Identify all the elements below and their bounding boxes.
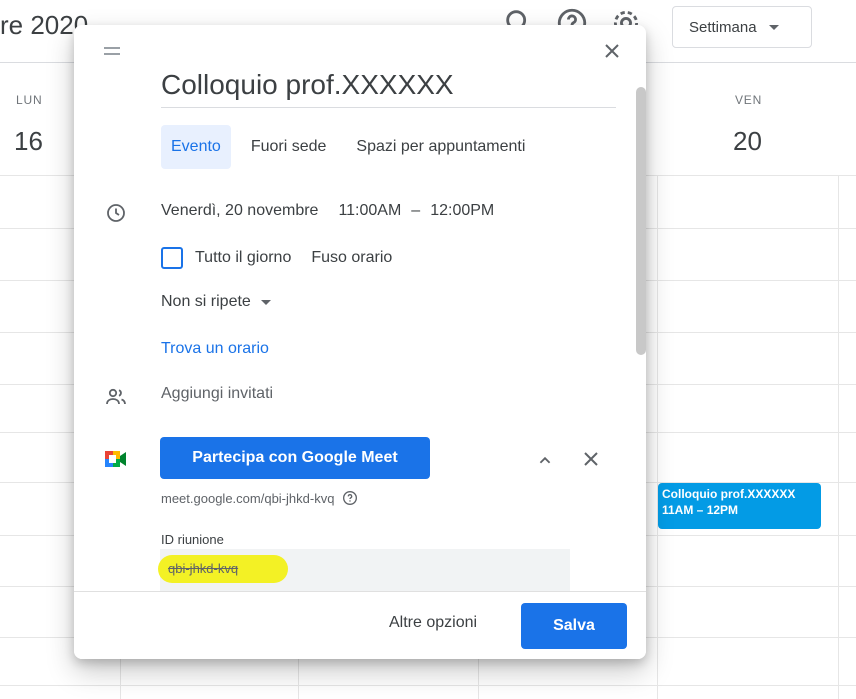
all-day-checkbox[interactable] (161, 247, 183, 269)
google-meet-icon (104, 449, 128, 469)
day-label-friday: VEN (735, 93, 763, 107)
event-chip[interactable]: Colloquio prof.XXXXXX 11AM – 12PM (658, 483, 821, 529)
drag-handle-icon[interactable] (104, 47, 120, 59)
more-options-button[interactable]: Altre opzioni (389, 614, 477, 632)
view-selector-label: Settimana (689, 18, 757, 36)
clock-icon (104, 201, 128, 225)
tab-fuori-sede[interactable]: Fuori sede (241, 125, 337, 169)
date-picker[interactable]: Venerdì, 20 novembre (161, 202, 338, 220)
dialog-scrollbar[interactable] (636, 87, 646, 355)
meeting-id-value: qbi-jhkd-kvq (168, 561, 239, 576)
join-google-meet-button[interactable]: Partecipa con Google Meet (160, 437, 430, 479)
event-chip-title: Colloquio prof.XXXXXX (662, 487, 796, 501)
remove-meet-close-icon[interactable] (579, 447, 603, 471)
meet-link-row: meet.google.com/qbi-jhkd-kvq (161, 490, 358, 506)
event-datetime: Venerdì, 20 novembre 11:00AM – 12:00PM (161, 202, 504, 220)
start-time-picker[interactable]: 11:00AM (338, 202, 411, 220)
event-type-tabs: Evento Fuori sede Spazi per appuntamenti (161, 125, 535, 169)
chevron-up-icon[interactable] (534, 449, 556, 471)
close-icon[interactable] (600, 39, 624, 63)
event-title-input[interactable]: Colloquio prof.XXXXXX (161, 69, 616, 108)
day-number-friday[interactable]: 20 (733, 126, 762, 157)
meet-link[interactable]: meet.google.com/qbi-jhkd-kvq (161, 491, 334, 506)
people-icon (104, 385, 128, 409)
event-chip-time: 11AM – 12PM (662, 503, 739, 517)
meeting-id-label: ID riunione (161, 532, 224, 547)
event-dialog: Colloquio prof.XXXXXX Evento Fuori sede … (74, 25, 646, 659)
save-button[interactable]: Salva (521, 603, 627, 649)
dialog-footer: Altre opzioni Salva (74, 591, 646, 659)
day-number-monday[interactable]: 16 (14, 126, 43, 157)
end-time-picker[interactable]: 12:00PM (430, 202, 504, 220)
grid-column-line (838, 175, 839, 699)
repeat-dropdown[interactable]: Non si ripete (161, 293, 271, 311)
meeting-id-box: qbi-jhkd-kvq (158, 549, 570, 593)
caret-down-icon (768, 24, 779, 30)
time-separator: – (411, 202, 421, 219)
all-day-row: Tutto il giorno Fuso orario (161, 247, 392, 269)
all-day-label[interactable]: Tutto il giorno (195, 249, 291, 267)
grid-column-line (657, 175, 658, 699)
caret-down-icon (260, 299, 271, 305)
timezone-button[interactable]: Fuso orario (311, 249, 392, 267)
add-guests-input[interactable]: Aggiungi invitati (161, 385, 273, 403)
view-selector[interactable]: Settimana (672, 6, 812, 48)
grid-line (0, 685, 856, 686)
tab-evento[interactable]: Evento (161, 125, 231, 169)
tab-spazi-appuntamenti[interactable]: Spazi per appuntamenti (346, 125, 535, 169)
help-icon[interactable] (342, 490, 358, 506)
repeat-label: Non si ripete (161, 293, 251, 310)
find-time-link[interactable]: Trova un orario (161, 340, 269, 358)
day-label-monday: LUN (16, 93, 43, 107)
